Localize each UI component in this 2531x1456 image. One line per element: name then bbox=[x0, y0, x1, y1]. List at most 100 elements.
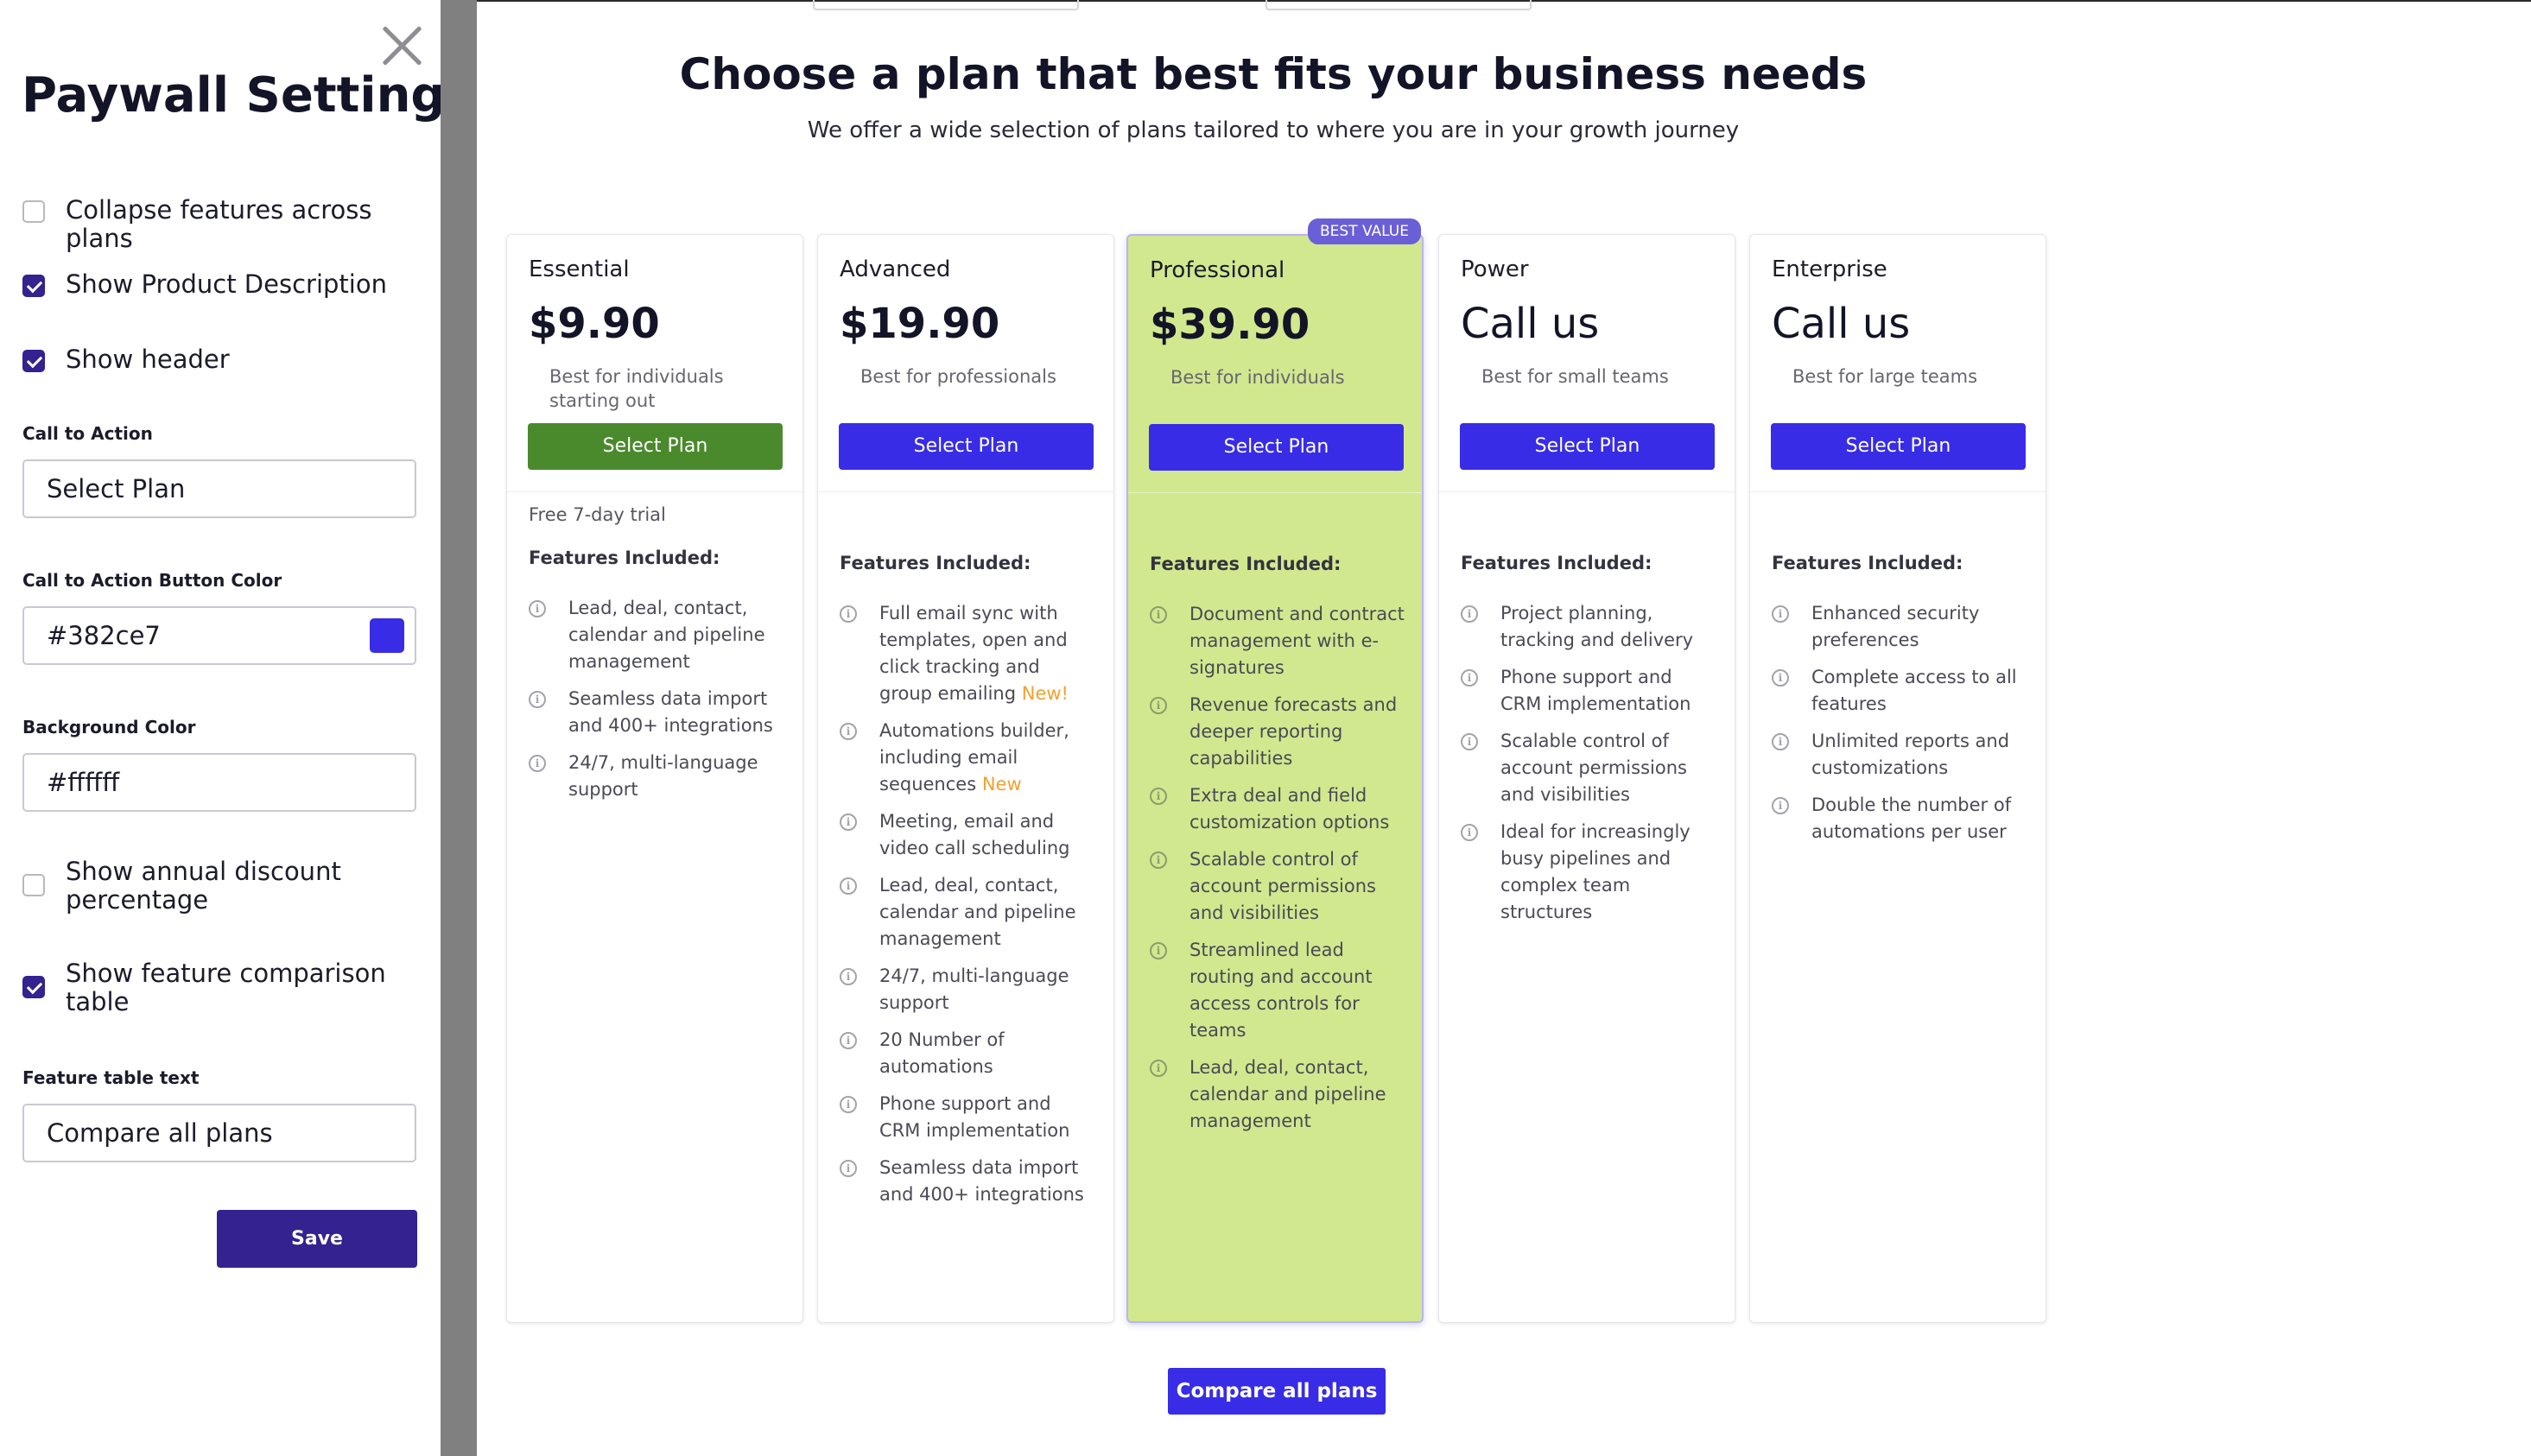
feature-text: Ideal for increasingly busy pipelines an… bbox=[1500, 821, 1691, 922]
plan-price: $39.90 bbox=[1150, 301, 1310, 349]
info-icon[interactable]: i bbox=[1461, 669, 1478, 687]
cta-input[interactable]: Select Plan bbox=[22, 459, 416, 518]
panel-divider bbox=[441, 0, 477, 1456]
info-icon[interactable]: i bbox=[840, 1096, 857, 1113]
new-badge: New! bbox=[1021, 683, 1069, 704]
feature-table-text-label: Feature table text bbox=[22, 1067, 200, 1088]
info-icon[interactable]: i bbox=[529, 691, 546, 708]
plan-price: $19.90 bbox=[840, 300, 1000, 348]
show-annual-discount-checkbox-row[interactable]: Show annual discount percentage bbox=[22, 858, 411, 915]
feature-text: 20 Number of automations bbox=[879, 1029, 1005, 1077]
show-product-description-checkbox-row[interactable]: Show Product Description bbox=[22, 270, 411, 299]
select-plan-button-enterprise[interactable]: Select Plan bbox=[1771, 423, 2026, 470]
show-feature-comparison-checkbox[interactable] bbox=[22, 976, 45, 998]
plan-name: Essential bbox=[529, 256, 630, 282]
feature-table-text-input[interactable]: Compare all plans bbox=[22, 1104, 416, 1162]
collapse-features-label: Collapse features across plans bbox=[66, 195, 372, 253]
background-color-input[interactable]: #ffffff bbox=[22, 753, 416, 812]
show-feature-comparison-checkbox-row[interactable]: Show feature comparison table bbox=[22, 959, 411, 1016]
info-icon[interactable]: i bbox=[840, 723, 857, 740]
feature-item: i Lead, deal, contact, calendar and pipel… bbox=[840, 872, 1099, 953]
info-icon[interactable]: i bbox=[1150, 697, 1167, 714]
info-icon[interactable]: i bbox=[1150, 606, 1167, 624]
feature-item: i Enhanced security preferences bbox=[1772, 600, 2031, 654]
show-header-checkbox[interactable] bbox=[22, 350, 45, 372]
paywall-settings-panel: Paywall Settings Collapse features acros… bbox=[0, 0, 474, 1456]
info-icon[interactable]: i bbox=[840, 1160, 857, 1177]
info-icon[interactable]: i bbox=[1150, 942, 1167, 959]
info-icon[interactable]: i bbox=[1150, 851, 1167, 869]
compare-all-plans-button[interactable]: Compare all plans bbox=[1168, 1368, 1386, 1415]
feature-item: i Scalable control of account permissions… bbox=[1150, 846, 1409, 927]
info-icon[interactable]: i bbox=[529, 755, 546, 772]
plan-name: Professional bbox=[1150, 257, 1285, 283]
info-icon[interactable]: i bbox=[529, 600, 546, 617]
trial-text: Free 7-day trial bbox=[529, 504, 666, 525]
select-plan-button-essential[interactable]: Select Plan bbox=[528, 423, 783, 470]
show-header-label: Show header bbox=[66, 345, 230, 374]
info-icon[interactable]: i bbox=[1461, 605, 1478, 623]
plan-description: Best for individuals starting out bbox=[549, 366, 724, 411]
select-plan-button-power[interactable]: Select Plan bbox=[1460, 423, 1715, 470]
collapse-features-checkbox-row[interactable]: Collapse features across plans bbox=[22, 196, 411, 253]
feature-text: Double the number of automations per use… bbox=[1811, 794, 2012, 842]
feature-text: Lead, deal, contact, calendar and pipeli… bbox=[879, 875, 1076, 949]
panel-title: Paywall Settings bbox=[22, 67, 474, 123]
info-icon[interactable]: i bbox=[840, 1032, 857, 1049]
show-feature-comparison-label: Show feature comparison table bbox=[66, 959, 386, 1016]
select-plan-button-advanced[interactable]: Select Plan bbox=[839, 423, 1094, 470]
show-header-checkbox-row[interactable]: Show header bbox=[22, 345, 411, 374]
feature-text: Extra deal and field customization optio… bbox=[1189, 785, 1390, 832]
plan-price: $9.90 bbox=[529, 300, 660, 348]
period-toggle-right[interactable] bbox=[1266, 0, 1532, 10]
card-divider bbox=[1439, 491, 1735, 492]
cta-color-input[interactable]: #382ce7 bbox=[22, 606, 416, 665]
feature-list: i Project planning, tracking and delivery… bbox=[1461, 600, 1720, 936]
info-icon[interactable]: i bbox=[1461, 733, 1478, 750]
select-plan-button-professional[interactable]: Select Plan bbox=[1149, 424, 1404, 471]
feature-text: Scalable control of account permissions … bbox=[1189, 849, 1376, 923]
feature-item: i Revenue forecasts and deeper reporting … bbox=[1150, 692, 1409, 772]
plan-name: Enterprise bbox=[1772, 256, 1887, 282]
best-value-badge: BEST VALUE bbox=[1308, 218, 1421, 244]
collapse-features-checkbox[interactable] bbox=[22, 200, 45, 223]
feature-item: i Phone support and CRM implementation bbox=[1461, 664, 1720, 718]
feature-item: i Project planning, tracking and delivery bbox=[1461, 600, 1720, 654]
feature-item: i Lead, deal, contact, calendar and pipel… bbox=[529, 595, 788, 675]
feature-text: Full email sync with templates, open and… bbox=[879, 603, 1069, 704]
cta-color-swatch[interactable] bbox=[370, 618, 404, 653]
page-subtitle: We offer a wide selection of plans tailo… bbox=[807, 117, 1740, 143]
info-icon[interactable]: i bbox=[1772, 733, 1789, 750]
info-icon[interactable]: i bbox=[1150, 788, 1167, 805]
info-icon[interactable]: i bbox=[1772, 797, 1789, 814]
show-annual-discount-checkbox[interactable] bbox=[22, 874, 45, 896]
close-icon[interactable] bbox=[378, 22, 425, 69]
plan-price: Call us bbox=[1461, 300, 1600, 348]
feature-text: Enhanced security preferences bbox=[1811, 603, 1980, 650]
info-icon[interactable]: i bbox=[1772, 605, 1789, 623]
show-product-description-label: Show Product Description bbox=[66, 269, 387, 299]
info-icon[interactable]: i bbox=[840, 605, 857, 623]
info-icon[interactable]: i bbox=[1772, 669, 1789, 687]
card-divider bbox=[507, 491, 802, 492]
feature-text: Phone support and CRM implementation bbox=[1500, 667, 1691, 714]
cta-color-field-label: Call to Action Button Color bbox=[22, 570, 282, 591]
info-icon[interactable]: i bbox=[840, 968, 857, 985]
info-icon[interactable]: i bbox=[840, 813, 857, 831]
feature-text: Scalable control of account permissions … bbox=[1500, 731, 1687, 805]
feature-list: i Lead, deal, contact, calendar and pipel… bbox=[529, 595, 788, 813]
plan-description: Best for individuals bbox=[1170, 367, 1345, 388]
feature-item: i Document and contract management with e… bbox=[1150, 601, 1409, 681]
plan-card-power: Power Call us Best for small teams Selec… bbox=[1438, 234, 1735, 1323]
info-icon[interactable]: i bbox=[1150, 1060, 1167, 1077]
info-icon[interactable]: i bbox=[1461, 824, 1478, 841]
plan-card-enterprise: Enterprise Call us Best for large teams … bbox=[1749, 234, 2046, 1323]
show-product-description-checkbox[interactable] bbox=[22, 275, 45, 297]
plan-description: Best for professionals bbox=[860, 366, 1056, 387]
period-toggle-left[interactable] bbox=[813, 0, 1079, 10]
info-icon[interactable]: i bbox=[840, 877, 857, 895]
plan-price: Call us bbox=[1772, 300, 1911, 348]
feature-list: i Document and contract management with e… bbox=[1150, 601, 1409, 1145]
feature-text: Automations builder, including email seq… bbox=[879, 720, 1069, 794]
save-button[interactable]: Save bbox=[217, 1210, 417, 1268]
